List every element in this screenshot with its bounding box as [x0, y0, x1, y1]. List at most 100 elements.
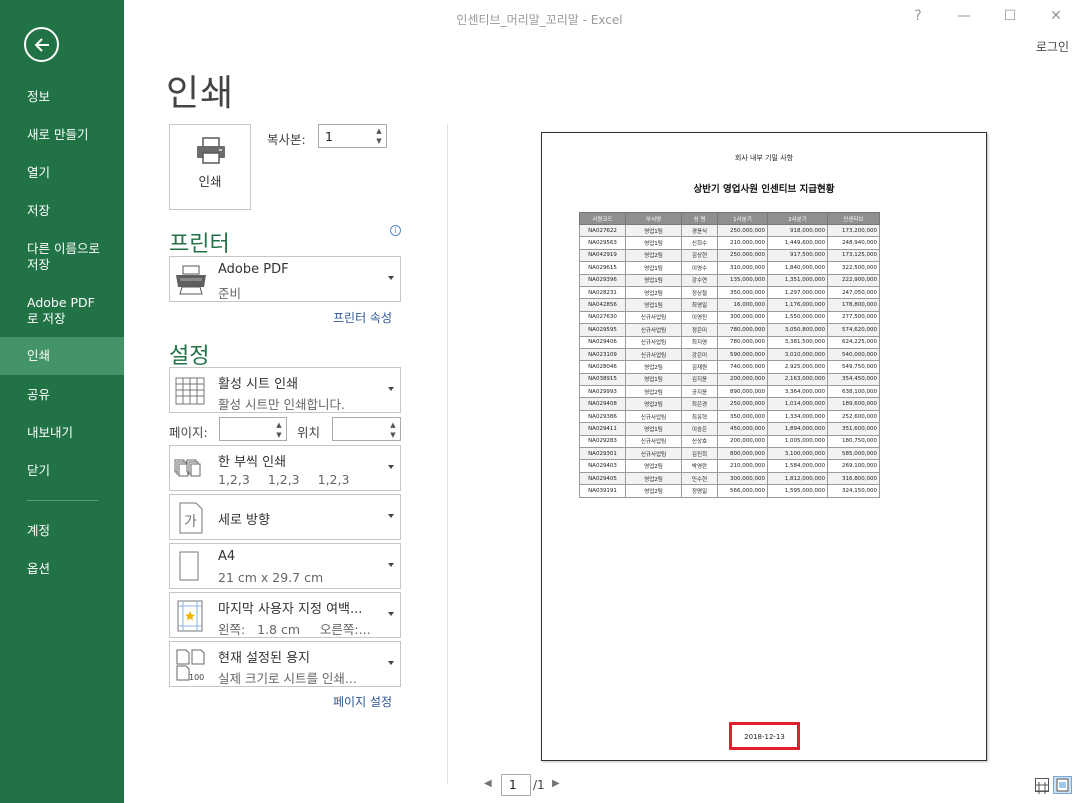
nav-print[interactable]: 인쇄: [0, 337, 124, 375]
chevron-down-icon: [388, 465, 394, 469]
excel-backstage-print: 정보 새로 만들기 열기 저장 다른 이름으로 저장 Adobe PDF로 저장…: [0, 0, 1079, 803]
nav-options[interactable]: 옵션: [0, 561, 124, 577]
back-button[interactable]: [24, 27, 59, 62]
nav-new[interactable]: 새로 만들기: [0, 127, 124, 143]
paper-size-dropdown[interactable]: A4 21 cm x 29.7 cm: [169, 543, 401, 589]
print-button[interactable]: 인쇄: [169, 124, 251, 210]
nav-share[interactable]: 공유: [0, 387, 124, 403]
preview-cell: 250,000,000: [717, 248, 768, 263]
preview-table-row: NA029993 영업2팀 공지윤 890,000,000 3,364,000,000 6…: [579, 385, 880, 399]
preview-cell: 1,014,000,000: [767, 397, 828, 411]
previous-page-icon[interactable]: ◀: [484, 778, 492, 789]
nav-save[interactable]: 저장: [0, 203, 124, 219]
preview-cell: 영업2팀: [625, 248, 682, 263]
preview-cell: 222,900,000: [827, 273, 880, 287]
preview-table-row: NA029396 영업1팀 강수연 135,000,000 1,351,000,000 2…: [579, 273, 880, 287]
copies-down-icon[interactable]: ▼: [374, 136, 384, 146]
login-link[interactable]: 로그인: [1036, 38, 1069, 55]
paper-icon: [179, 551, 199, 581]
show-margins-icon[interactable]: [1035, 778, 1049, 794]
maximize-button[interactable]: ☐: [997, 4, 1023, 28]
custom-margins-icon: [177, 600, 203, 632]
preview-cell: 300,000,000: [717, 471, 768, 486]
preview-cell: 영업1팀: [625, 298, 682, 312]
preview-cell: 173,125,000: [827, 248, 880, 263]
info-icon[interactable]: i: [390, 225, 401, 236]
nav-export[interactable]: 내보내기: [0, 425, 124, 441]
nav-save-as-adobe-pdf[interactable]: Adobe PDF로 저장: [0, 295, 124, 327]
scaling-dropdown[interactable]: 100 현재 설정된 용지 실제 크기로 시트를 인쇄...: [169, 641, 401, 687]
sidebar-divider: [27, 500, 98, 501]
nav-close[interactable]: 닫기: [0, 463, 124, 479]
preview-cell: NA029396: [579, 273, 626, 287]
nav-account[interactable]: 계정: [0, 523, 124, 539]
minimize-button[interactable]: —: [951, 4, 977, 28]
preview-cell: 585,000,000: [827, 447, 880, 461]
copies-input[interactable]: 1 ▲ ▼: [318, 124, 387, 148]
preview-cell: NA027622: [579, 223, 626, 238]
preview-cell: 780,000,000: [717, 323, 768, 337]
page-setup-link[interactable]: 페이지 설정: [333, 693, 392, 710]
orientation-title: 세로 방향: [218, 513, 270, 528]
collate-dropdown[interactable]: 한 부씩 인쇄 1,2,3 1,2,3 1,2,3: [169, 445, 401, 491]
preview-cell: 252,600,000: [827, 409, 880, 424]
help-button[interactable]: ?: [905, 4, 931, 28]
preview-cell: NA028046: [579, 360, 626, 374]
orientation-dropdown[interactable]: 가 세로 방향: [169, 494, 401, 540]
preview-cell: 350,000,000: [717, 409, 768, 424]
preview-cell: NA029386: [579, 409, 626, 424]
printer-icon: [197, 137, 225, 164]
preview-cell: 3,364,000,000: [767, 385, 828, 399]
preview-cell: 경윤식: [681, 223, 718, 238]
print-button-label: 인쇄: [198, 174, 222, 189]
preview-cell: NA042856: [579, 298, 626, 312]
preview-cell: 351,600,000: [827, 422, 880, 436]
preview-cell: 200,000,000: [717, 434, 768, 449]
printer-properties-link[interactable]: 프린터 속성: [333, 309, 392, 326]
preview-table-row: NA027622 영업1팀 경윤식 250,000,000 918,000,000 173…: [579, 223, 880, 238]
preview-cell: NA029403: [579, 459, 626, 473]
preview-cell: 강수연: [681, 273, 718, 287]
current-page-input[interactable]: 1: [501, 774, 531, 796]
preview-cell: 신규사업팀: [625, 409, 682, 424]
preview-cell: NA029615: [579, 261, 626, 275]
preview-table: 사원코드 부서명 성 명 1사분기 2사분기 인센티브 NA027622 영업1팀 경윤식 25…: [579, 212, 880, 498]
pages-from-input[interactable]: ▲ ▼: [219, 417, 287, 441]
collate-sequence: 1,2,3 1,2,3 1,2,3: [218, 472, 350, 487]
pages-from-down-icon[interactable]: ▼: [274, 430, 284, 440]
copies-label: 복사본:: [267, 132, 306, 147]
preview-cell: 1,812,000,000: [767, 471, 828, 486]
pages-to-down-icon[interactable]: ▼: [388, 430, 398, 440]
chevron-down-icon: [388, 661, 394, 665]
nav-info[interactable]: 정보: [0, 89, 124, 105]
preview-cell: NA029595: [579, 323, 626, 337]
pages-from-up-icon[interactable]: ▲: [274, 420, 284, 430]
preview-table-row: NA038915 영업1팀 김지윤 200,000,000 2,163,000,000 3…: [579, 372, 880, 387]
preview-cell: 210,000,000: [717, 459, 768, 473]
preview-cell: 1,005,000,000: [767, 434, 828, 449]
pages-to-input[interactable]: ▲ ▼: [332, 417, 401, 441]
zoom-to-page-icon[interactable]: [1053, 776, 1072, 794]
paper-size-title: A4: [218, 549, 236, 564]
preview-cell: NA023109: [579, 347, 626, 362]
next-page-icon[interactable]: ▶: [552, 778, 560, 789]
preview-cell: 2,925,000,000: [767, 360, 828, 374]
copies-up-icon[interactable]: ▲: [374, 126, 384, 136]
print-what-title: 활성 시트 인쇄: [218, 377, 299, 392]
preview-cell: 574,620,000: [827, 323, 880, 337]
preview-cell: 김지윤: [681, 372, 718, 387]
preview-cell: 이영진: [681, 310, 718, 325]
preview-cell: 324,150,000: [827, 484, 880, 498]
nav-open[interactable]: 열기: [0, 165, 124, 181]
preview-cell: 최지영: [681, 335, 718, 349]
preview-cell: 890,000,000: [717, 385, 768, 399]
printer-dropdown[interactable]: Adobe PDF 준비: [169, 256, 401, 302]
preview-cell: 신희수: [681, 236, 718, 250]
print-what-dropdown[interactable]: 활성 시트 인쇄 활성 시트만 인쇄합니다.: [169, 367, 401, 413]
pages-to-up-icon[interactable]: ▲: [388, 420, 398, 430]
preview-cell: 316,800,000: [827, 471, 880, 486]
close-button[interactable]: ✕: [1043, 4, 1069, 28]
margins-dropdown[interactable]: 마지막 사용자 지정 여백... 왼쪽: 1.8 cm 오른쪽:...: [169, 592, 401, 638]
nav-save-as[interactable]: 다른 이름으로 저장: [0, 241, 124, 273]
preview-cell: NA029405: [579, 471, 626, 486]
